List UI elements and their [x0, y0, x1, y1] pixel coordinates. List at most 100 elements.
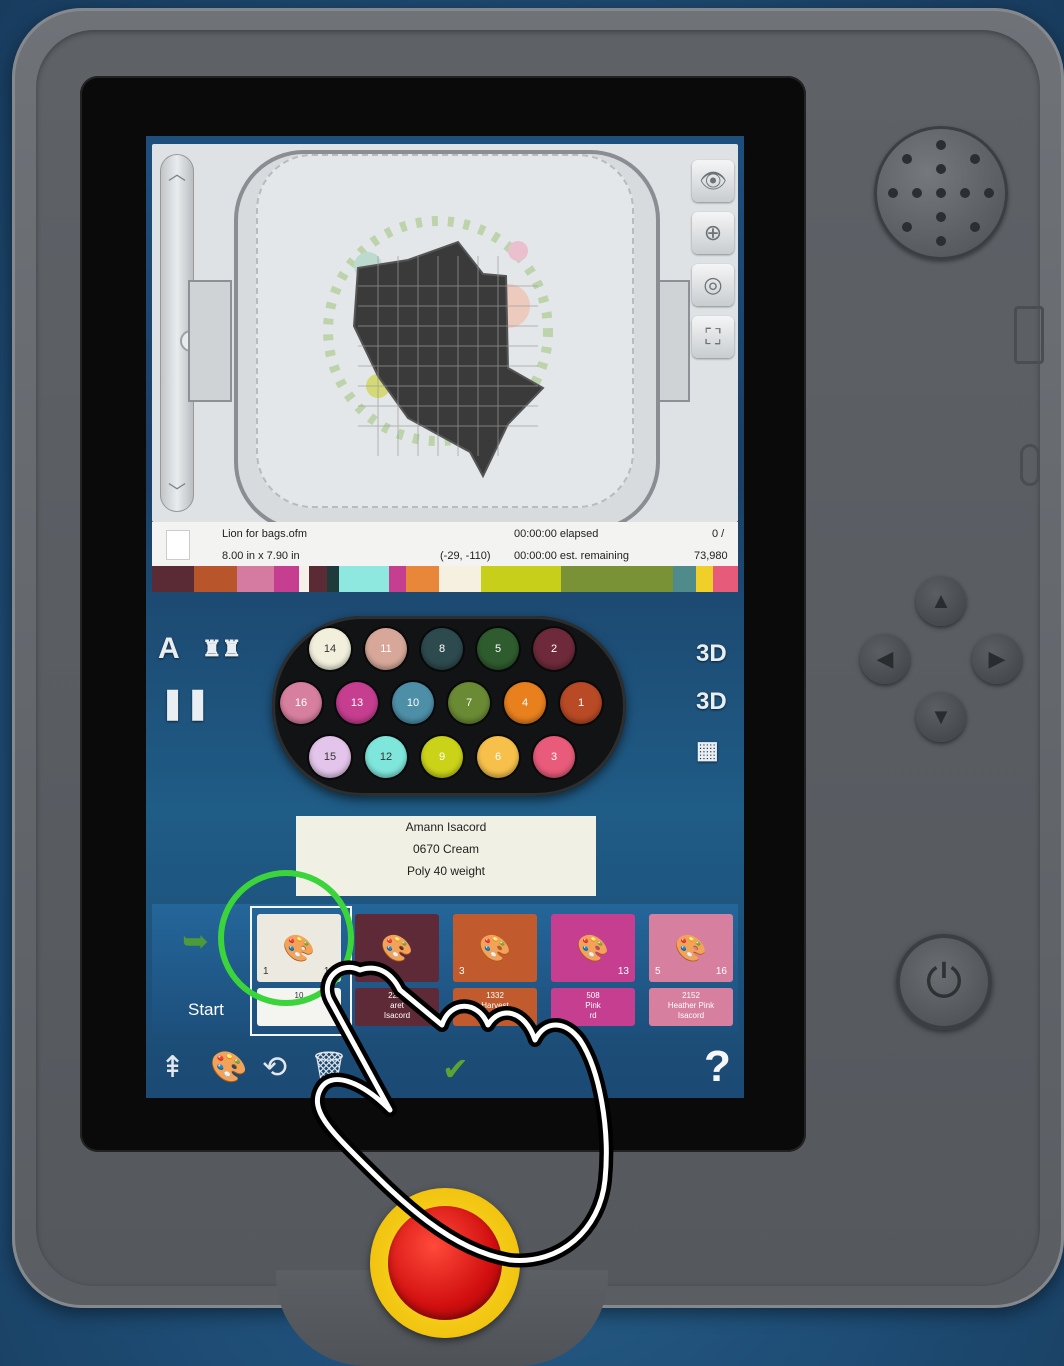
thread-spool[interactable]: 13	[336, 682, 378, 724]
thread-spool[interactable]: 15	[309, 736, 351, 778]
hoop-stitch-field	[256, 154, 634, 508]
hoop-clamp-left	[188, 280, 232, 402]
design-thumbnail-icon	[166, 530, 190, 560]
block-thread-line: Isacord	[481, 1011, 509, 1020]
block-thread-line: 2152	[682, 991, 700, 1000]
hoop-preview[interactable]: ︿ ﹀ 👁 ⊕ ◎ ⛶	[152, 144, 738, 532]
block-thread-label: 2224 aret Isacord	[355, 988, 439, 1026]
thread-spool[interactable]: 11	[365, 628, 407, 670]
design-block-highlight	[352, 240, 545, 479]
position-readout: (-29, -110)	[440, 550, 491, 562]
block-numbers: 5 16	[649, 966, 733, 977]
chevron-up-icon[interactable]: ︿	[160, 160, 194, 186]
chevron-down-icon[interactable]: ﹀	[160, 478, 194, 504]
thread-color-name: 0670 Cream	[412, 842, 480, 856]
color-block[interactable]: 🎨 2 2224 aret Isacord	[355, 914, 439, 1026]
dpad-down-icon[interactable]: ▼	[916, 692, 966, 742]
start-label[interactable]: Start	[188, 1000, 224, 1020]
color-strip-segment[interactable]	[695, 566, 714, 592]
power-button-icon[interactable]: ⏻	[896, 934, 992, 1030]
bottom-toolbar: ⇞ 🎨 ⟲ 🗑 ✔ ?	[152, 1036, 738, 1098]
thread-color-strip[interactable]	[152, 566, 738, 592]
view-eye-icon[interactable]: 👁	[692, 160, 734, 202]
color-palette-icon[interactable]: 🎨	[210, 1050, 247, 1085]
elapsed-time: 00:00:00 elapsed	[514, 528, 599, 540]
color-block[interactable]: 🎨 13 508 Pink rd	[551, 914, 635, 1026]
thread-spool[interactable]: 3	[533, 736, 575, 778]
block-right-number: 16	[715, 966, 727, 977]
block-thread-line: 1332	[486, 991, 504, 1000]
thread-spool[interactable]: 1	[560, 682, 602, 724]
block-thread-line: Harvest	[481, 1001, 509, 1010]
thread-spool[interactable]: 6	[477, 736, 519, 778]
thread-spool[interactable]: 16	[280, 682, 322, 724]
thread-spool[interactable]: 8	[421, 628, 463, 670]
color-strip-segment[interactable]	[438, 566, 482, 592]
rotate-icon[interactable]: ⟲	[262, 1050, 287, 1085]
thread-palette[interactable]: 14 11 8 5 2 16 13 10 7 4 1 15 12 9 6 3	[272, 616, 626, 796]
thread-spool[interactable]: 5	[477, 628, 519, 670]
start-arrow-icon[interactable]: ➥	[182, 922, 209, 960]
3d-spool-view-icon[interactable]: 3D	[696, 688, 727, 716]
hoop-move-icon[interactable]: ⇞	[160, 1050, 185, 1085]
stitch-total: 73,980	[694, 550, 728, 562]
color-strip-segment[interactable]	[713, 566, 738, 592]
color-block[interactable]: 🎨 3 1332 Harvest Isacord	[453, 914, 537, 1026]
dpad-up-icon[interactable]: ▲	[916, 576, 966, 626]
trash-icon[interactable]: 🗑	[310, 1050, 348, 1085]
thread-spool[interactable]: 2	[533, 628, 575, 670]
color-strip-segment[interactable]	[388, 566, 407, 592]
file-name: Lion for bags.ofm	[222, 528, 307, 540]
pause-icon[interactable]: ❚❚	[160, 686, 210, 721]
block-numbers: 13	[551, 966, 635, 977]
checkmark-icon[interactable]: ✔	[442, 1050, 469, 1088]
thread-spool[interactable]: 10	[392, 682, 434, 724]
color-strip-segment[interactable]	[339, 566, 389, 592]
thread-spool[interactable]: 9	[421, 736, 463, 778]
speaker-grille	[874, 126, 1008, 260]
thread-spool[interactable]: 4	[504, 682, 546, 724]
block-thread-line: aret	[390, 1001, 404, 1010]
color-block[interactable]: 🎨 5 16 2152 Heather Pink Isacord	[649, 914, 733, 1026]
color-strip-segment[interactable]	[299, 566, 310, 592]
thread-spool[interactable]: 7	[448, 682, 490, 724]
usb-slot	[1014, 306, 1044, 364]
dpad-right-icon[interactable]: ▶	[972, 634, 1022, 684]
font-letter-icon[interactable]: A	[158, 632, 180, 666]
color-strip-segment[interactable]	[406, 566, 439, 592]
zoom-to-fit-icon[interactable]: ⊕	[692, 212, 734, 254]
dpad-left-icon[interactable]: ◀	[860, 634, 910, 684]
design-size: 8.00 in x 7.90 in	[222, 550, 300, 562]
block-thread-line: Heather Pink	[667, 1001, 715, 1010]
color-strip-segment[interactable]	[309, 566, 327, 592]
block-thread-line: 508	[586, 991, 600, 1000]
start-stop-button[interactable]	[388, 1206, 502, 1320]
design-preview	[323, 216, 553, 479]
tap-highlight-ring	[218, 870, 354, 1006]
color-strip-segment[interactable]	[194, 566, 237, 592]
color-strip-segment[interactable]	[481, 566, 561, 592]
color-strip-segment[interactable]	[236, 566, 275, 592]
block-thread-label: 508 Pink rd	[551, 988, 635, 1026]
help-icon[interactable]: ?	[704, 1042, 731, 1092]
color-strip-segment[interactable]	[152, 566, 195, 592]
thread-stand-icon[interactable]: ♜♜	[202, 636, 241, 662]
color-strip-segment[interactable]	[673, 566, 696, 592]
color-strip-segment[interactable]	[326, 566, 340, 592]
thread-spool[interactable]: 12	[365, 736, 407, 778]
thread-spool[interactable]: 14	[309, 628, 351, 670]
design-info-bar: Lion for bags.ofm 8.00 in x 7.90 in (-29…	[152, 522, 738, 566]
block-thread-line: Pink	[585, 1001, 601, 1010]
block-left-number: 2	[361, 966, 367, 977]
color-strip-segment[interactable]	[274, 566, 300, 592]
block-thread-label: 1332 Harvest Isacord	[453, 988, 537, 1026]
block-numbers: 2	[355, 966, 439, 977]
stitch-current: 0 /	[712, 528, 725, 540]
stitch-pattern-icon[interactable]: ▦	[696, 736, 719, 765]
3d-view-icon[interactable]: 3D	[696, 640, 727, 668]
fullscreen-icon[interactable]: ⛶	[692, 316, 734, 358]
color-strip-segment[interactable]	[560, 566, 674, 592]
thread-brand: Amann Isacord	[405, 820, 487, 834]
thread-weight: Poly 40 weight	[406, 864, 486, 878]
zoom-to-hoop-icon[interactable]: ◎	[692, 264, 734, 306]
